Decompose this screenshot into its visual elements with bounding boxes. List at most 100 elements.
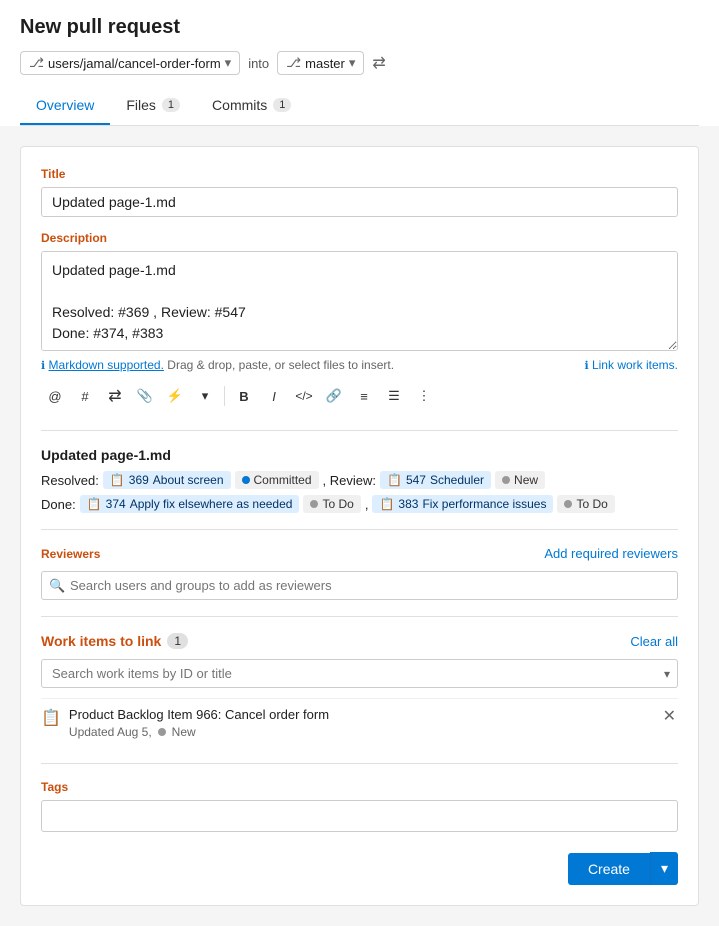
source-branch-label: users/jamal/cancel-order-form: [48, 56, 221, 71]
item-374-id: 374: [106, 497, 126, 511]
work-items-dropdown-arrow: ▾: [664, 667, 670, 681]
preview-section: Updated page-1.md Resolved: 📋 369 About …: [41, 447, 678, 513]
item-374-title: Apply fix elsewhere as needed: [130, 497, 293, 511]
link-work-items-area: ℹ Link work items.: [584, 358, 678, 372]
create-button[interactable]: Create: [568, 853, 650, 885]
description-textarea[interactable]: Updated page-1.md Resolved: #369 , Revie…: [41, 251, 678, 351]
item-369-icon: 📋: [110, 473, 125, 487]
tags-input[interactable]: [41, 800, 678, 832]
item-369-title: About screen: [153, 473, 224, 487]
toolbar-bold[interactable]: B: [230, 382, 258, 410]
work-items-search-wrapper: ▾: [41, 659, 678, 688]
item-383-id: 383: [398, 497, 418, 511]
tab-bar: Overview Files 1 Commits 1: [20, 87, 699, 126]
work-items-label-text: Work items to link: [41, 633, 161, 649]
form-card: Title Description Updated page-1.md Reso…: [20, 146, 699, 906]
toolbar-link[interactable]: 🔗: [320, 382, 348, 410]
linked-item-meta: Updated Aug 5, New: [69, 725, 329, 739]
toolbar-ordered-list[interactable]: ≡: [350, 382, 378, 410]
title-label: Title: [41, 167, 678, 181]
toolbar-more[interactable]: ⋮: [410, 382, 438, 410]
item-369-id: 369: [129, 473, 149, 487]
divider-3: [41, 616, 678, 617]
target-branch-selector[interactable]: ⎇ master ▾: [277, 51, 364, 75]
work-item-chip-374[interactable]: 📋 374 Apply fix elsewhere as needed: [80, 495, 300, 513]
link-work-items-link[interactable]: Link work items.: [592, 358, 678, 372]
tab-files-label: Files: [126, 97, 156, 113]
toolbar-unordered-list[interactable]: ☰: [380, 382, 408, 410]
tab-overview[interactable]: Overview: [20, 87, 110, 125]
remove-work-item-button[interactable]: ✕: [661, 707, 678, 727]
tags-label: Tags: [41, 780, 678, 794]
toolbar-emoji-dropdown[interactable]: ▾: [191, 382, 219, 410]
linked-item-icon: 📋: [41, 708, 61, 728]
title-input[interactable]: [41, 187, 678, 217]
toolbar-attach[interactable]: 📎: [131, 382, 159, 410]
work-items-count: 1: [167, 633, 188, 649]
create-dropdown-button[interactable]: ▾: [650, 852, 678, 885]
tab-overview-label: Overview: [36, 97, 94, 113]
reviewers-label: Reviewers: [41, 547, 100, 561]
toolbar-tag[interactable]: #: [71, 382, 99, 410]
target-branch-chevron: ▾: [349, 55, 356, 71]
tab-commits-label: Commits: [212, 97, 267, 113]
description-section: Description Updated page-1.md Resolved: …: [41, 231, 678, 414]
new-547-label: New: [514, 473, 538, 487]
toolbar-code[interactable]: </>: [290, 382, 318, 410]
reviewers-search-wrapper: 🔍: [41, 571, 678, 600]
reviewers-section: Reviewers Add required reviewers 🔍: [41, 546, 678, 600]
swap-icon[interactable]: ⇄: [372, 53, 385, 73]
page-title: New pull request: [20, 16, 699, 39]
markdown-link[interactable]: Markdown supported.: [49, 358, 164, 372]
tab-commits[interactable]: Commits 1: [196, 87, 307, 125]
committed-dot: [242, 476, 250, 484]
add-required-reviewers-link[interactable]: Add required reviewers: [544, 546, 678, 561]
item-383-icon: 📋: [379, 497, 394, 511]
tab-files[interactable]: Files 1: [110, 87, 196, 125]
tab-files-badge: 1: [162, 98, 180, 112]
linked-work-item-row: 📋 Product Backlog Item 966: Cancel order…: [41, 698, 678, 747]
branch-row: ⎇ users/jamal/cancel-order-form ▾ into ⎇…: [20, 51, 699, 75]
page-header: New pull request ⎇ users/jamal/cancel-or…: [0, 0, 719, 126]
linked-item-status: New: [172, 725, 196, 739]
todo-374-label: To Do: [322, 497, 353, 511]
footer-row: Create ▾: [41, 852, 678, 885]
description-footer: ℹ Markdown supported. Drag & drop, paste…: [41, 358, 678, 372]
drag-drop-text: Drag & drop, paste, or select files to i…: [167, 358, 394, 372]
tags-section: Tags: [41, 780, 678, 832]
reviewers-header: Reviewers Add required reviewers: [41, 546, 678, 561]
preview-title: Updated page-1.md: [41, 447, 678, 463]
review-label: , Review:: [323, 473, 376, 488]
item-547-icon: 📋: [387, 473, 402, 487]
editor-toolbar: @ # ⇄ 📎 ⚡ ▾ B I </> 🔗 ≡ ☰ ⋮: [41, 378, 678, 414]
divider-2: [41, 529, 678, 530]
linked-item-updated: Updated Aug 5,: [69, 725, 152, 739]
toolbar-italic[interactable]: I: [260, 382, 288, 410]
done-row: Done: 📋 374 Apply fix elsewhere as neede…: [41, 495, 678, 513]
resolved-row: Resolved: 📋 369 About screen Committed ,…: [41, 471, 678, 489]
work-items-search-input[interactable]: [41, 659, 678, 688]
item-374-icon: 📋: [87, 497, 102, 511]
search-icon: 🔍: [49, 578, 65, 594]
toolbar-mention[interactable]: @: [41, 382, 69, 410]
divider-1: [41, 430, 678, 431]
todo-383-dot: [564, 500, 572, 508]
toolbar-pr[interactable]: ⇄: [101, 382, 129, 410]
item-547-title: Scheduler: [430, 473, 484, 487]
item-547-id: 547: [406, 473, 426, 487]
reviewers-search-input[interactable]: [41, 571, 678, 600]
todo-374-dot: [310, 500, 318, 508]
source-branch-selector[interactable]: ⎇ users/jamal/cancel-order-form ▾: [20, 51, 240, 75]
toolbar-emoji[interactable]: ⚡: [161, 382, 189, 410]
description-label: Description: [41, 231, 678, 245]
work-item-chip-383[interactable]: 📋 383 Fix performance issues: [372, 495, 553, 513]
resolved-label: Resolved:: [41, 473, 99, 488]
clear-all-link[interactable]: Clear all: [630, 634, 678, 649]
target-branch-label: master: [305, 56, 345, 71]
work-item-chip-547[interactable]: 📋 547 Scheduler: [380, 471, 491, 489]
status-todo-374: To Do: [303, 495, 360, 513]
done-label: Done:: [41, 497, 76, 512]
new-547-dot: [502, 476, 510, 484]
work-item-chip-369[interactable]: 📋 369 About screen: [103, 471, 231, 489]
toolbar-divider-1: [224, 386, 225, 406]
